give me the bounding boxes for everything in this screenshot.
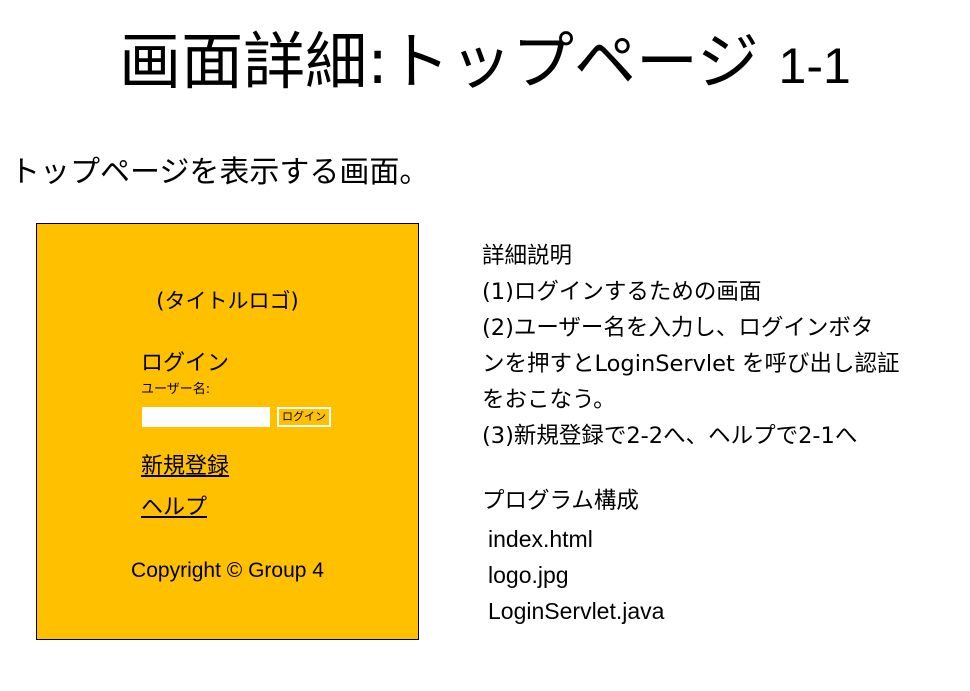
file-item: index.html xyxy=(488,526,593,552)
detail-line: (3)新規登録で2-2へ、ヘルプで2-1へ xyxy=(482,423,858,449)
detail-description: 詳細説明 (1)ログインするための画面 (2)ユーザー名を入力し、ログインボタ … xyxy=(482,238,899,454)
detail-line: (2)ユーザー名を入力し、ログインボタ xyxy=(482,315,874,341)
program-heading: プログラム構成 xyxy=(482,488,639,514)
detail-line: をおこなう。 xyxy=(482,387,616,413)
top-page-mockup: (タイトルロゴ) ログイン ユーザー名: ログイン 新規登録 ヘルプ Copyr… xyxy=(36,223,419,640)
detail-line: (1)ログインするための画面 xyxy=(482,279,762,305)
login-heading: ログイン xyxy=(141,351,230,376)
slide-subtitle: トップページを表示する画面。 xyxy=(10,155,430,190)
program-structure: プログラム構成 index.html logo.jpg LoginServlet… xyxy=(482,483,664,629)
slide-title: 画面詳細:トップページ 1-1 xyxy=(0,22,970,106)
help-link[interactable]: ヘルプ xyxy=(141,494,207,522)
detail-line: ンを押すとLoginServlet を呼び出し認証 xyxy=(482,351,900,377)
copyright-text: Copyright © Group 4 xyxy=(131,559,324,582)
register-link[interactable]: 新規登録 xyxy=(141,453,229,481)
login-button[interactable]: ログイン xyxy=(277,407,331,427)
title-logo-placeholder: (タイトルロゴ) xyxy=(156,289,299,313)
file-item: logo.jpg xyxy=(488,562,569,588)
username-input[interactable] xyxy=(142,407,270,427)
slide-title-number: 1-1 xyxy=(778,38,851,94)
detail-heading: 詳細説明 xyxy=(482,243,573,269)
slide-title-main: 画面詳細:トップページ xyxy=(119,25,759,98)
file-item: LoginServlet.java xyxy=(488,598,665,624)
username-label: ユーザー名: xyxy=(141,382,211,397)
